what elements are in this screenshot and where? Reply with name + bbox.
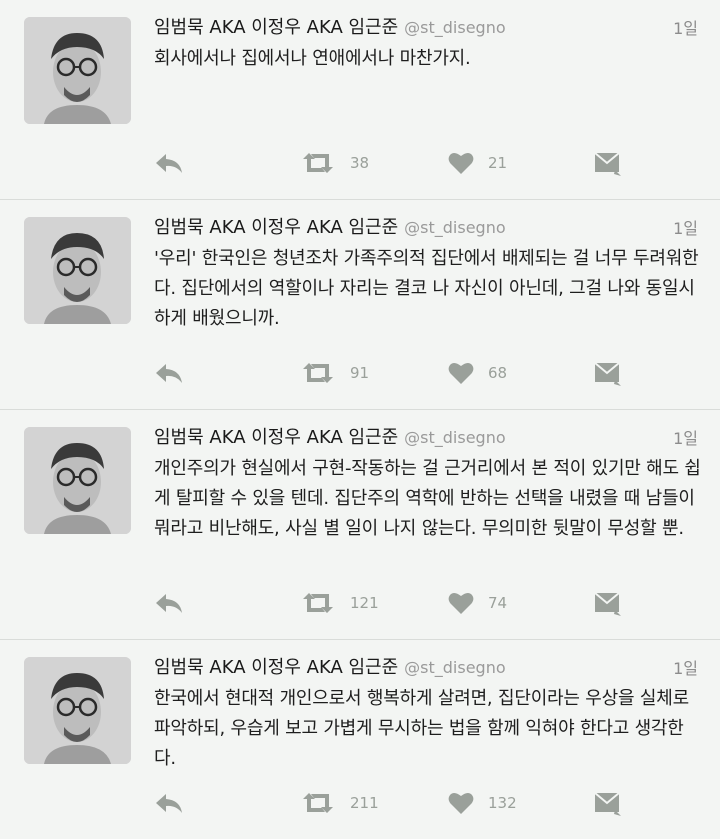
tweet-text: 회사에서나 집에서나 연애에서나 마찬가지. xyxy=(154,48,471,69)
reply-button[interactable] xyxy=(154,148,184,178)
like-button[interactable]: 74 xyxy=(448,588,507,618)
retweet-count: 91 xyxy=(350,364,370,382)
reply-icon xyxy=(156,594,182,613)
direct-message-icon xyxy=(594,362,621,386)
user-name[interactable]: 임범묵 AKA 이정우 AKA 임근준 xyxy=(154,17,398,38)
avatar[interactable] xyxy=(24,657,131,764)
user-handle[interactable]: @st_disegno xyxy=(404,218,505,237)
heart-icon xyxy=(448,792,474,814)
tweet-actions: 38 21 xyxy=(154,148,698,178)
timestamp[interactable]: 1일 xyxy=(673,215,698,239)
user-handle[interactable]: @st_disegno xyxy=(404,18,505,37)
direct-message-button[interactable] xyxy=(592,788,622,818)
tweet[interactable]: 임범묵 AKA 이정우 AKA 임근준 @st_disegno 1일 개인주의가 … xyxy=(0,410,720,640)
retweet-icon xyxy=(303,363,333,383)
tweet-header: 임범묵 AKA 이정우 AKA 임근준 @st_disegno 1일 xyxy=(154,13,698,43)
direct-message-button[interactable] xyxy=(592,148,622,178)
direct-message-button[interactable] xyxy=(592,358,622,388)
like-button[interactable]: 68 xyxy=(448,358,507,388)
user-name[interactable]: 임범묵 AKA 이정우 AKA 임근준 xyxy=(154,217,398,238)
user-handle[interactable]: @st_disegno xyxy=(404,658,505,677)
tweet[interactable]: 임범묵 AKA 이정우 AKA 임근준 @st_disegno 1일 '우리' 한… xyxy=(0,200,720,410)
retweet-count: 121 xyxy=(350,594,379,612)
tweet-text: 개인주의가 현실에서 구현-작동하는 걸 근거리에서 본 적이 있기만 해도 쉽… xyxy=(154,458,701,539)
avatar[interactable] xyxy=(24,427,131,534)
retweet-button[interactable]: 211 xyxy=(300,788,379,818)
retweet-icon xyxy=(303,793,333,813)
like-count: 21 xyxy=(488,154,508,172)
reply-icon xyxy=(156,364,182,383)
reply-icon xyxy=(156,154,182,173)
reply-button[interactable] xyxy=(154,358,184,388)
tweet-actions: 121 74 xyxy=(154,588,698,618)
tweet-header: 임범묵 AKA 이정우 AKA 임근준 @st_disegno 1일 xyxy=(154,653,698,683)
retweet-icon xyxy=(303,153,333,173)
direct-message-button[interactable] xyxy=(592,588,622,618)
tweet-header: 임범묵 AKA 이정우 AKA 임근준 @st_disegno 1일 xyxy=(154,423,698,453)
user-name[interactable]: 임범묵 AKA 이정우 AKA 임근준 xyxy=(154,657,398,678)
reply-button[interactable] xyxy=(154,788,184,818)
like-button[interactable]: 21 xyxy=(448,148,507,178)
retweet-button[interactable]: 121 xyxy=(300,588,379,618)
tweet-actions: 91 68 xyxy=(154,358,698,388)
retweet-count: 211 xyxy=(350,794,379,812)
tweet-header: 임범묵 AKA 이정우 AKA 임근준 @st_disegno 1일 xyxy=(154,213,698,243)
tweet[interactable]: 임범묵 AKA 이정우 AKA 임근준 @st_disegno 1일 회사에서나 … xyxy=(0,0,720,200)
avatar[interactable] xyxy=(24,217,131,324)
reply-icon xyxy=(156,794,182,813)
timestamp[interactable]: 1일 xyxy=(673,425,698,449)
tweet-actions: 211 132 xyxy=(154,788,698,818)
tweet-text: 한국에서 현대적 개인으로서 행복하게 살려면, 집단이라는 우상을 실체로 파… xyxy=(154,688,689,769)
tweet-text: '우리' 한국인은 청년조차 가족주의적 집단에서 배제되는 걸 너무 두려워한… xyxy=(154,248,699,329)
avatar[interactable] xyxy=(24,17,131,124)
retweet-button[interactable]: 38 xyxy=(300,148,369,178)
like-count: 68 xyxy=(488,364,508,382)
user-handle[interactable]: @st_disegno xyxy=(404,428,505,447)
user-name[interactable]: 임범묵 AKA 이정우 AKA 임근준 xyxy=(154,427,398,448)
heart-icon xyxy=(448,152,474,174)
direct-message-icon xyxy=(594,792,621,816)
direct-message-icon xyxy=(594,152,621,176)
reply-button[interactable] xyxy=(154,588,184,618)
like-count: 132 xyxy=(488,794,517,812)
retweet-icon xyxy=(303,593,333,613)
retweet-count: 38 xyxy=(350,154,370,172)
heart-icon xyxy=(448,592,474,614)
retweet-button[interactable]: 91 xyxy=(300,358,369,388)
like-count: 74 xyxy=(488,594,508,612)
direct-message-icon xyxy=(594,592,621,616)
timestamp[interactable]: 1일 xyxy=(673,15,698,39)
heart-icon xyxy=(448,362,474,384)
timestamp[interactable]: 1일 xyxy=(673,655,698,679)
like-button[interactable]: 132 xyxy=(448,788,517,818)
timeline: 임범묵 AKA 이정우 AKA 임근준 @st_disegno 1일 회사에서나 … xyxy=(0,0,720,839)
tweet[interactable]: 임범묵 AKA 이정우 AKA 임근준 @st_disegno 1일 한국에서 현… xyxy=(0,640,720,839)
